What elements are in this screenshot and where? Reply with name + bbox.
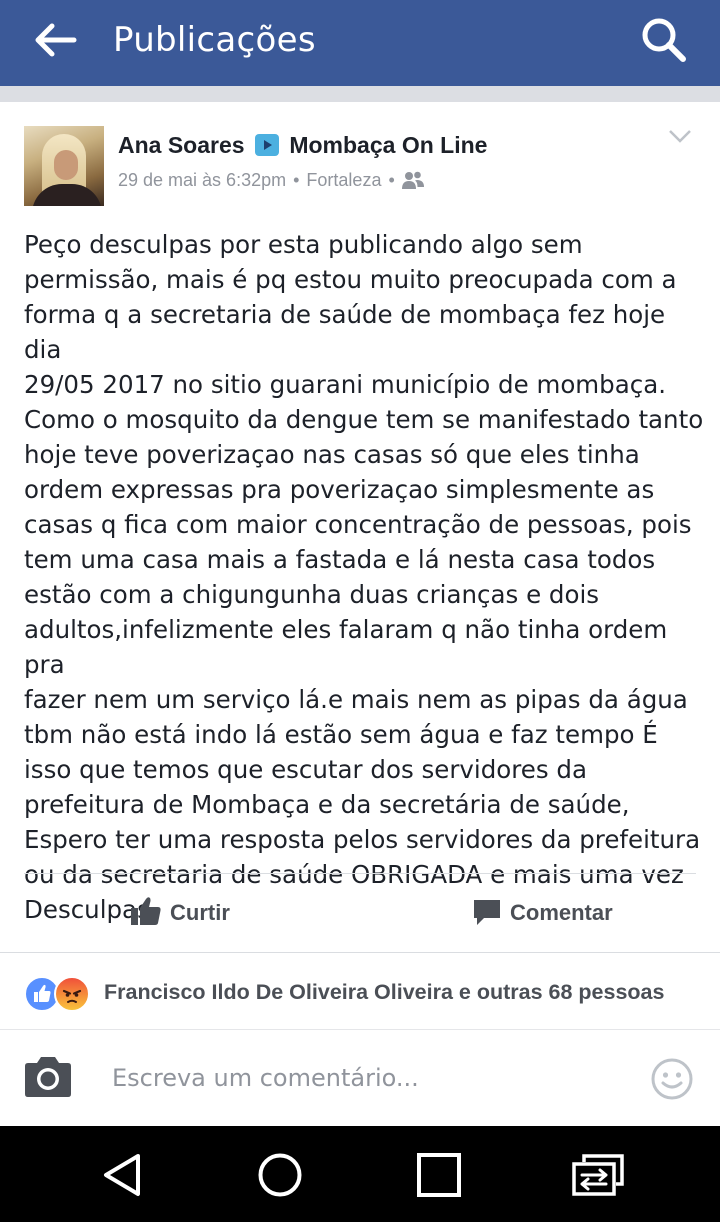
like-label: Curtir bbox=[170, 900, 230, 925]
comment-button[interactable]: Comentar bbox=[472, 890, 613, 936]
comment-input[interactable] bbox=[112, 1058, 632, 1098]
like-button[interactable]: Curtir bbox=[130, 890, 230, 936]
target-page-name[interactable]: Mombaça On Line bbox=[289, 132, 487, 158]
search-icon[interactable] bbox=[638, 14, 690, 66]
reactions-text: Francisco Ildo De Oliveira Oliveira e ou… bbox=[104, 980, 665, 1004]
angry-reaction-icon bbox=[54, 976, 90, 1012]
emoji-smiley-icon[interactable] bbox=[650, 1057, 694, 1101]
divider bbox=[0, 952, 720, 953]
recents-square-icon[interactable] bbox=[414, 1150, 464, 1200]
author-name[interactable]: Ana Soares bbox=[118, 132, 245, 158]
back-triangle-icon[interactable] bbox=[98, 1150, 148, 1200]
post-location[interactable]: Fortaleza bbox=[306, 170, 381, 190]
comment-label: Comentar bbox=[510, 900, 613, 925]
feed-gap bbox=[0, 86, 720, 102]
play-arrow-icon bbox=[254, 134, 279, 156]
system-nav-bar bbox=[0, 1126, 720, 1222]
meta-separator: • bbox=[388, 170, 395, 190]
friends-icon bbox=[401, 171, 424, 189]
arrow-left-icon[interactable] bbox=[30, 20, 78, 60]
post-timestamp[interactable]: 29 de mai às 6:32pm bbox=[118, 170, 286, 190]
post-card: Ana Soares Mombaça On Line 29 de mai às … bbox=[0, 102, 720, 1126]
speech-bubble-icon bbox=[474, 900, 500, 925]
home-circle-icon[interactable] bbox=[255, 1150, 305, 1200]
thumbs-up-icon bbox=[131, 897, 161, 925]
divider bbox=[24, 873, 696, 874]
switch-apps-icon[interactable] bbox=[570, 1150, 626, 1200]
top-app-bar: Publicações bbox=[0, 0, 720, 86]
meta-separator: • bbox=[293, 170, 300, 190]
post-meta: 29 de mai às 6:32pm • Fortaleza • bbox=[118, 168, 424, 192]
chevron-down-icon[interactable] bbox=[668, 128, 692, 144]
divider bbox=[0, 1029, 720, 1030]
page-title: Publicações bbox=[113, 20, 316, 60]
post-body-text: Peço desculpas por esta publicando algo … bbox=[24, 230, 704, 924]
post-header: Ana Soares Mombaça On Line bbox=[118, 130, 487, 160]
camera-icon[interactable] bbox=[22, 1054, 74, 1100]
author-avatar[interactable] bbox=[24, 126, 104, 206]
